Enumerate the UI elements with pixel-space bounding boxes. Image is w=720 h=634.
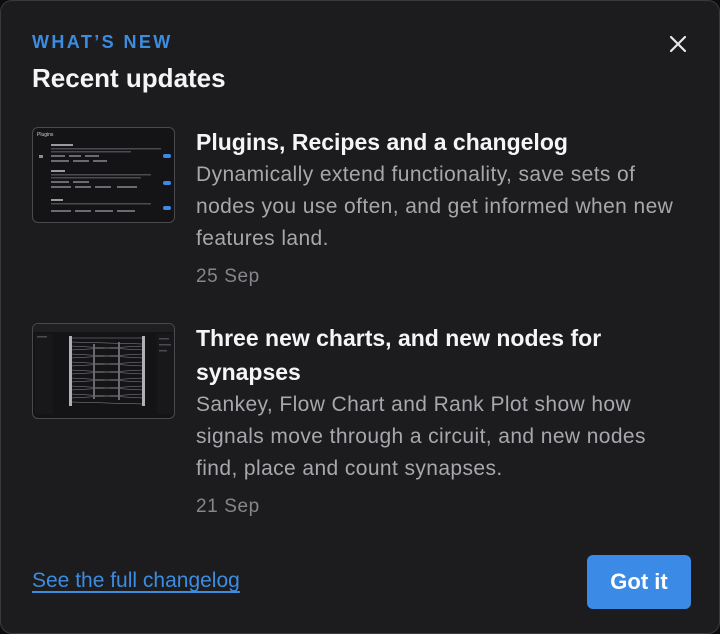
- thumbnail-heading: Plugins: [37, 132, 54, 138]
- close-button[interactable]: [663, 29, 693, 59]
- update-date: 25 Sep: [196, 266, 260, 287]
- update-description: Dynamically extend functionality, save s…: [196, 163, 674, 250]
- update-title: Plugins, Recipes and a changelog: [196, 129, 568, 155]
- dialog-title: Recent updates: [32, 63, 226, 93]
- update-text: Three new charts, and new nodes for syna…: [196, 323, 691, 521]
- update-item: Three new charts, and new nodes for syna…: [32, 323, 692, 523]
- close-icon: [669, 35, 687, 53]
- eyebrow-label: WHAT’S NEW: [32, 32, 173, 52]
- update-date: 21 Sep: [196, 496, 260, 517]
- update-thumbnail-plugins: Plugins: [32, 127, 175, 223]
- changelog-link[interactable]: See the full changelog: [32, 569, 240, 593]
- whats-new-dialog: WHAT’S NEW Recent updates Plugins Plugin…: [0, 0, 720, 634]
- update-text: Plugins, Recipes and a changelog Dynamic…: [196, 127, 691, 291]
- update-item: Plugins Plugins, Recipes and a changelog…: [32, 127, 692, 297]
- update-description: Sankey, Flow Chart and Rank Plot show ho…: [196, 393, 646, 480]
- update-thumbnail-charts: [32, 323, 175, 419]
- update-title: Three new charts, and new nodes for syna…: [196, 325, 602, 385]
- got-it-button[interactable]: Got it: [587, 555, 691, 609]
